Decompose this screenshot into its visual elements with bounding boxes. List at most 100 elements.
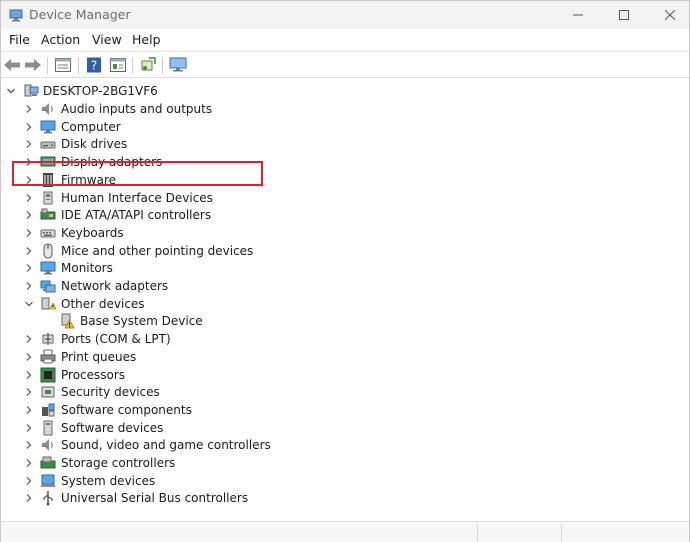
forward-arrow-icon[interactable] bbox=[23, 55, 43, 75]
tree-item-disk-drives[interactable]: Disk drives bbox=[1, 135, 689, 153]
tree-item-system-devices[interactable]: System devices bbox=[1, 472, 689, 490]
chevron-right-icon[interactable] bbox=[24, 476, 34, 486]
menu-bar: File Action View Help bbox=[1, 29, 689, 51]
tree-item-human-interface-devices[interactable]: Human Interface Devices bbox=[1, 189, 689, 207]
device-view-icon[interactable] bbox=[108, 55, 128, 75]
help-icon[interactable]: ? bbox=[84, 55, 104, 75]
chevron-right-icon[interactable] bbox=[24, 263, 34, 273]
chevron-right-icon[interactable] bbox=[24, 405, 34, 415]
chevron-right-icon[interactable] bbox=[24, 440, 34, 450]
tree-item-label: Disk drives bbox=[61, 137, 128, 152]
tree-item-storage-controllers[interactable]: Storage controllers bbox=[1, 454, 689, 472]
tree-item-label: Print queues bbox=[61, 349, 137, 364]
chevron-right-icon[interactable] bbox=[24, 210, 34, 220]
chevron-right-icon[interactable] bbox=[24, 193, 34, 203]
chevron-right-icon[interactable] bbox=[24, 458, 34, 468]
tree-item-ide-ata-atapi-controllers[interactable]: IDE ATA/ATAPI controllers bbox=[1, 206, 689, 224]
monitor-icon[interactable] bbox=[168, 55, 188, 75]
scan-hardware-icon[interactable] bbox=[138, 55, 158, 75]
menu-view[interactable]: View bbox=[90, 32, 124, 47]
tree-item-label: IDE ATA/ATAPI controllers bbox=[61, 208, 212, 223]
tree-item-label: Security devices bbox=[61, 385, 160, 400]
minimize-button[interactable] bbox=[555, 1, 601, 29]
chevron-right-icon[interactable] bbox=[24, 352, 34, 362]
properties-view-icon[interactable] bbox=[53, 55, 73, 75]
tree-item-processors[interactable]: Processors bbox=[1, 366, 689, 384]
monitor-icon bbox=[40, 260, 56, 276]
ide-controller-icon bbox=[40, 207, 56, 223]
tree-item-monitors[interactable]: Monitors bbox=[1, 259, 689, 277]
toolbar: ? bbox=[1, 51, 689, 78]
system-device-icon bbox=[40, 473, 56, 489]
tree-root[interactable]: DESKTOP-2BG1VF6 bbox=[1, 82, 689, 100]
tree-item-computer[interactable]: Computer bbox=[1, 118, 689, 136]
software-component-icon bbox=[40, 402, 56, 418]
tree-root-label: DESKTOP-2BG1VF6 bbox=[43, 84, 158, 98]
tree-item-software-components[interactable]: Software components bbox=[1, 401, 689, 419]
chevron-right-icon[interactable] bbox=[24, 281, 34, 291]
menu-action[interactable]: Action bbox=[39, 32, 82, 47]
tree-item-security-devices[interactable]: Security devices bbox=[1, 383, 689, 401]
back-arrow-icon[interactable] bbox=[2, 55, 22, 75]
chevron-right-icon[interactable] bbox=[24, 122, 34, 132]
tree-item-label: Other devices bbox=[61, 296, 145, 311]
tree-item-label: Storage controllers bbox=[61, 456, 176, 470]
tree-item-network-adapters[interactable]: Network adapters bbox=[1, 277, 689, 295]
svg-text:?: ? bbox=[91, 59, 97, 73]
disk-drive-icon bbox=[40, 136, 56, 152]
tree-item-label: Universal Serial Bus controllers bbox=[61, 491, 249, 506]
tree-item-audio-inputs-and-outputs[interactable]: Audio inputs and outputs bbox=[1, 100, 689, 118]
chevron-right-icon[interactable] bbox=[24, 370, 34, 380]
menu-file[interactable]: File bbox=[7, 32, 32, 47]
tree-item-label: Base System Device bbox=[80, 314, 203, 329]
chevron-right-icon[interactable] bbox=[24, 423, 34, 433]
speaker-icon bbox=[40, 101, 56, 117]
tree-item-other-devices[interactable]: Other devices bbox=[1, 295, 689, 313]
usb-icon bbox=[40, 490, 56, 506]
tree-item-sound-video-and-game-controllers[interactable]: Sound, video and game controllers bbox=[1, 436, 689, 454]
tree-item-label: Software components bbox=[61, 402, 192, 417]
tree-item-label: Audio inputs and outputs bbox=[61, 102, 213, 116]
hid-icon bbox=[40, 190, 56, 206]
maximize-button[interactable] bbox=[601, 1, 647, 29]
chevron-right-icon[interactable] bbox=[24, 139, 34, 149]
chevron-right-icon[interactable] bbox=[24, 387, 34, 397]
highlight-box bbox=[12, 161, 263, 186]
tree-item-print-queues[interactable]: Print queues bbox=[1, 348, 689, 366]
tree-item-ports-com-lpt[interactable]: Ports (COM & LPT) bbox=[1, 330, 689, 348]
other-devices-icon bbox=[40, 296, 56, 312]
tree-item-label: Ports (COM & LPT) bbox=[61, 332, 171, 347]
mouse-icon bbox=[40, 243, 56, 259]
chevron-right-icon[interactable] bbox=[24, 493, 34, 503]
computer-icon bbox=[23, 83, 39, 99]
tree-item-mice-and-other-pointing-devices[interactable]: Mice and other pointing devices bbox=[1, 242, 689, 260]
window-title: Device Manager bbox=[29, 7, 131, 22]
chevron-right-icon[interactable] bbox=[24, 104, 34, 114]
tree-item-base-system-device[interactable]: Base System Device bbox=[1, 312, 689, 330]
chevron-right-icon[interactable] bbox=[24, 334, 34, 344]
chevron-down-icon[interactable] bbox=[24, 299, 34, 309]
monitor-icon bbox=[40, 119, 56, 135]
storage-controller-icon bbox=[40, 455, 56, 471]
chevron-right-icon[interactable] bbox=[24, 228, 34, 238]
tree-item-universal-serial-bus-controllers[interactable]: Universal Serial Bus controllers bbox=[1, 489, 689, 507]
device-manager-app-icon bbox=[9, 8, 23, 22]
keyboard-icon bbox=[40, 225, 56, 241]
chevron-down-icon[interactable] bbox=[6, 86, 16, 96]
speaker-icon bbox=[40, 437, 56, 453]
menu-help[interactable]: Help bbox=[130, 32, 163, 47]
port-icon bbox=[40, 331, 56, 347]
chevron-right-icon[interactable] bbox=[24, 246, 34, 256]
tree-item-label: Computer bbox=[61, 119, 121, 134]
tree-item-keyboards[interactable]: Keyboards bbox=[1, 224, 689, 242]
tree-item-label: Sound, video and game controllers bbox=[61, 438, 271, 453]
title-bar[interactable]: Device Manager bbox=[1, 1, 689, 29]
device-manager-window: Device Manager File Action View Help ? D… bbox=[0, 0, 690, 542]
network-adapter-icon bbox=[40, 278, 56, 294]
tree-item-label: Monitors bbox=[61, 261, 113, 276]
tree-item-label: Mice and other pointing devices bbox=[61, 243, 254, 258]
tree-item-label: Network adapters bbox=[61, 279, 169, 293]
security-device-icon bbox=[40, 384, 56, 400]
close-button[interactable] bbox=[647, 1, 690, 29]
tree-item-software-devices[interactable]: Software devices bbox=[1, 419, 689, 437]
